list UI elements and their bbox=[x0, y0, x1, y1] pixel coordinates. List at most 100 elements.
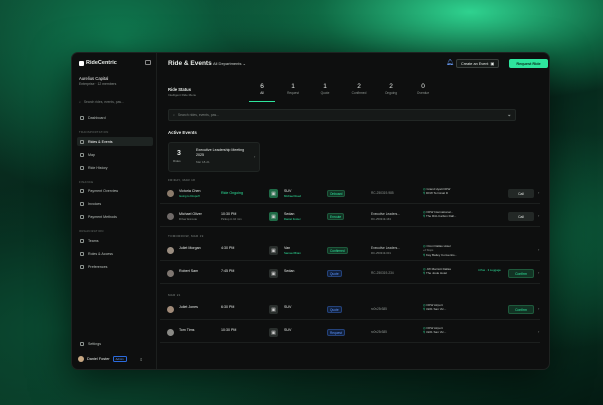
chevron-right-icon[interactable]: › bbox=[538, 190, 539, 195]
tab-all[interactable]: 6 All bbox=[245, 83, 279, 95]
app-logo[interactable]: RideCentric bbox=[79, 60, 117, 66]
chevron-down-icon: ⌄ bbox=[242, 61, 246, 66]
tab-quote[interactable]: 1 Quote bbox=[308, 83, 342, 95]
sidebar-item-dashboard[interactable]: Dashboard bbox=[77, 113, 153, 122]
role-badge: Admin bbox=[112, 356, 127, 362]
confirm-button[interactable]: Confirm bbox=[508, 269, 534, 278]
sidebar-item-methods[interactable]: Payment Methods bbox=[77, 212, 153, 221]
dashboard-icon bbox=[80, 115, 84, 120]
table-row[interactable]: Victoria Chen Going to Dropoff Ride Ongo… bbox=[160, 184, 540, 204]
status-badge: Quote bbox=[327, 306, 342, 313]
sidebar: RideCentric Aurelius Capital Enterprise … bbox=[72, 53, 157, 369]
chart-icon bbox=[80, 188, 84, 193]
sidebar-item-payments[interactable]: Payment Overview bbox=[77, 186, 153, 195]
org-switcher[interactable]: Aurelius Capital Enterprise · 12 members bbox=[79, 76, 116, 86]
user-menu[interactable]: Daniel Foster Admin ⇕ bbox=[78, 356, 143, 362]
search-icon: ⌕ bbox=[173, 113, 175, 117]
calendar-icon: ▣ bbox=[490, 62, 495, 66]
section-finance: FINANCE bbox=[79, 180, 94, 184]
search-icon: ⌕ bbox=[79, 99, 81, 104]
ride-status-heading: Ride Status Intelligent Ride Menu bbox=[168, 87, 197, 97]
chevron-right-icon[interactable]: › bbox=[538, 270, 539, 275]
main-content: Ride & Events All Departments ⌄ 🔔︎ Creat… bbox=[158, 53, 549, 369]
avatar bbox=[167, 329, 174, 336]
day-header: FRIDAY, MAR 18 bbox=[168, 178, 196, 182]
logo-icon bbox=[79, 60, 84, 66]
status-badge: Confirmed bbox=[327, 247, 348, 254]
event-card[interactable]: 3 Rides Executive Leadership Meeting 202… bbox=[168, 142, 260, 172]
sedan-icon: ▣ bbox=[269, 269, 278, 278]
avatar bbox=[167, 213, 174, 220]
car-icon bbox=[80, 139, 84, 144]
avatar bbox=[167, 247, 174, 254]
chevron-right-icon: › bbox=[254, 154, 256, 159]
sidebar-item-rides[interactable]: Rides & Events bbox=[77, 137, 153, 146]
section-org: ORGANIZATION bbox=[79, 229, 104, 233]
suv-icon: ▣ bbox=[269, 305, 278, 314]
chevron-right-icon[interactable]: › bbox=[538, 329, 539, 334]
passenger-info: 4 Pax · 3 Luggage bbox=[478, 268, 501, 272]
day-header: TOMORROW, MAR 19 bbox=[168, 234, 204, 238]
org-name: Aurelius Capital bbox=[79, 76, 109, 81]
filter-icon[interactable]: ⏷ bbox=[508, 113, 511, 118]
sedan-icon: ▣ bbox=[269, 212, 278, 221]
sidebar-item-history[interactable]: Ride History bbox=[77, 163, 153, 172]
shield-icon bbox=[80, 251, 84, 256]
chevron-right-icon[interactable]: › bbox=[538, 247, 539, 252]
table-row[interactable]: Tom Tims 10:30 PM ▣ SUV Request rc0v25r3… bbox=[160, 323, 540, 343]
history-icon bbox=[80, 165, 84, 170]
status-badge: Onboard bbox=[327, 190, 346, 197]
sidebar-search[interactable]: ⌕ Search rides, events, pas... bbox=[79, 97, 151, 106]
call-button[interactable]: Call bbox=[508, 189, 534, 198]
avatar bbox=[167, 190, 174, 197]
avatar bbox=[78, 356, 84, 362]
route: ◎ DFW Airport ⚲ 3221 San Vic... bbox=[423, 326, 447, 335]
chevron-right-icon[interactable]: › bbox=[538, 213, 539, 218]
status-badge: Request bbox=[327, 329, 345, 336]
tab-request[interactable]: 1 Request bbox=[276, 83, 310, 95]
avatar bbox=[167, 270, 174, 277]
sidebar-item-settings[interactable]: Settings bbox=[77, 339, 153, 348]
map-icon bbox=[80, 152, 84, 157]
route: ◎ JW Marriott Dallas ⚲ The Joule Hotel bbox=[423, 267, 451, 276]
tab-confirmed[interactable]: 2 Confirmed bbox=[342, 83, 376, 95]
chevron-updown-icon: ⇕ bbox=[139, 357, 143, 362]
card-icon bbox=[80, 214, 84, 219]
active-events-title: Active Events bbox=[168, 130, 197, 135]
avatar bbox=[167, 306, 174, 313]
route: ◎ Grand Hyatt DFW ⚲ DFW Terminal D bbox=[423, 187, 451, 196]
tab-overdue[interactable]: 0 Overdue bbox=[406, 83, 440, 95]
status-badge: Quote bbox=[327, 270, 342, 277]
sidebar-item-roles[interactable]: Roles & Access bbox=[77, 249, 153, 258]
tab-ongoing[interactable]: 2 Ongoing bbox=[374, 83, 408, 95]
call-button[interactable]: Call bbox=[508, 212, 534, 221]
suv-icon: ▣ bbox=[269, 328, 278, 337]
van-icon: ▣ bbox=[269, 246, 278, 255]
sidebar-item-invoices[interactable]: Invoices bbox=[77, 199, 153, 208]
table-row[interactable]: Michael Oliver Driver Enroute 10:30 PM P… bbox=[160, 207, 540, 227]
confirm-button[interactable]: Confirm bbox=[508, 305, 534, 314]
users-icon bbox=[80, 238, 84, 243]
route: ◎ DFW Airport ⚲ 3221 San Vic... bbox=[423, 303, 447, 312]
search-input[interactable]: ⌕ Search rides, events, pas... ⏷ bbox=[168, 109, 516, 121]
sliders-icon bbox=[80, 264, 84, 269]
day-header: MAR 21 bbox=[168, 293, 181, 297]
section-transport: TRANSPORTATION bbox=[79, 130, 109, 134]
sidebar-item-teams[interactable]: Teams bbox=[77, 236, 153, 245]
table-row[interactable]: Robert Sam 7:45 PM ▣ Sedan Quote RC-2503… bbox=[160, 264, 540, 284]
status-badge: Enroute bbox=[327, 213, 345, 220]
app-window: RideCentric Aurelius Capital Enterprise … bbox=[71, 52, 550, 370]
chevron-right-icon[interactable]: › bbox=[538, 306, 539, 311]
create-event-button[interactable]: Create an Event ▣ bbox=[456, 59, 500, 68]
sidebar-collapse-icon[interactable] bbox=[145, 60, 151, 65]
notification-icon[interactable]: 🔔︎ bbox=[446, 60, 454, 66]
sidebar-item-prefs[interactable]: Preferences bbox=[77, 262, 153, 271]
route: ◎ Omni Dallas Hotel +2 Stops ⚲ Kay Bailey … bbox=[423, 244, 458, 258]
sidebar-item-map[interactable]: Map bbox=[77, 150, 153, 159]
request-ride-button[interactable]: Request Ride bbox=[509, 59, 548, 68]
table-row[interactable]: Juliet Jones 6:30 PM ▣ SUV Quote rc0v25r… bbox=[160, 300, 540, 320]
table-row[interactable]: Juliet Morgan 4:30 PM ▣ Van Samuel Brian… bbox=[160, 241, 540, 261]
page-title: Ride & Events bbox=[168, 60, 212, 67]
suv-icon: ▣ bbox=[269, 189, 278, 198]
department-select[interactable]: All Departments ⌄ bbox=[213, 61, 246, 66]
